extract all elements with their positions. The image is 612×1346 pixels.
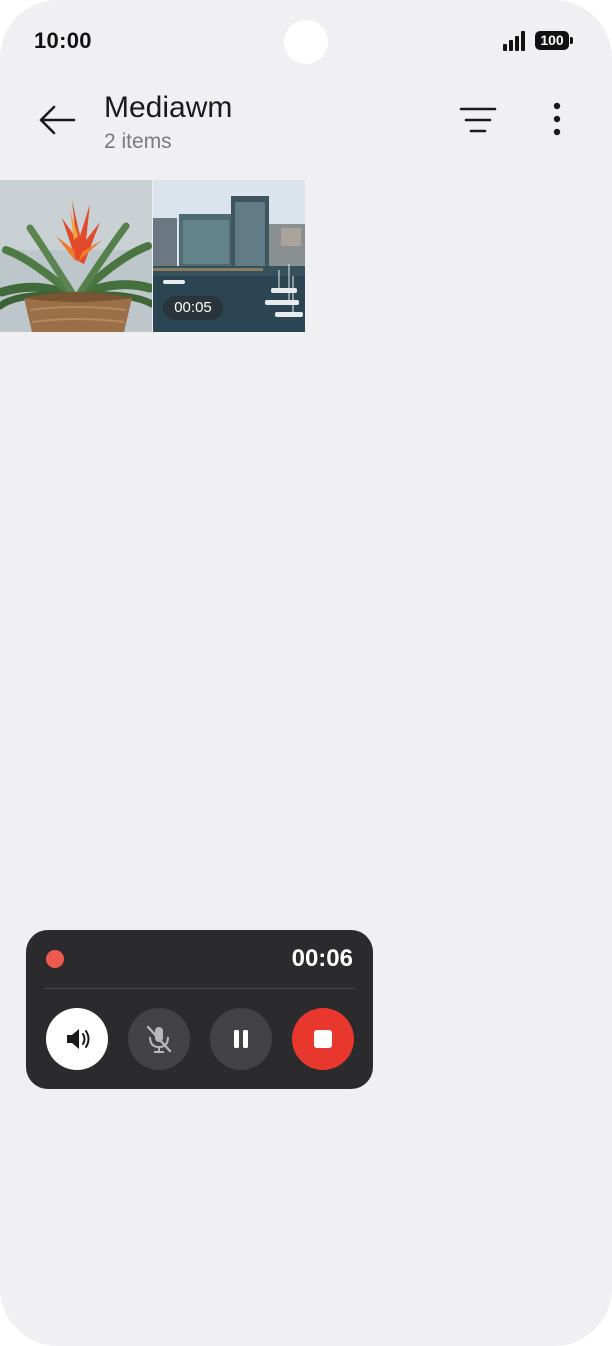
stop-recording-button[interactable] — [292, 1008, 354, 1070]
filter-button[interactable] — [458, 104, 498, 136]
back-button[interactable] — [34, 100, 78, 140]
arrow-left-icon — [39, 105, 76, 135]
microphone-off-icon — [146, 1025, 172, 1053]
signal-icon — [503, 31, 527, 51]
pause-icon — [234, 1030, 248, 1048]
battery-tip — [570, 37, 573, 44]
media-grid: 00:05 — [0, 180, 306, 332]
more-options-button[interactable] — [542, 100, 572, 140]
recorder-divider — [44, 988, 355, 989]
item-count: 2 items — [104, 130, 172, 153]
battery-icon: 100 — [535, 31, 569, 50]
recording-elapsed-time: 00:06 — [291, 945, 353, 972]
album-title: Mediawm — [104, 91, 233, 124]
plant-photo-image — [0, 180, 152, 332]
pause-button[interactable] — [210, 1008, 272, 1070]
more-vertical-icon — [553, 102, 561, 136]
microphone-toggle-button[interactable] — [128, 1008, 190, 1070]
filter-lines-icon — [459, 107, 497, 133]
speaker-icon — [67, 1029, 90, 1049]
sound-toggle-button[interactable] — [46, 1008, 108, 1070]
recording-indicator-dot — [46, 950, 64, 968]
camera-cutout — [284, 20, 328, 64]
photo-thumbnail[interactable] — [0, 180, 152, 332]
status-time: 10:00 — [34, 28, 92, 53]
phone-screen: 10:00 100 Mediawm 2 items 00:05 00:06 — [0, 0, 612, 1346]
video-thumbnail[interactable]: 00:05 — [153, 180, 305, 332]
screen-recorder-panel[interactable]: 00:06 — [26, 930, 373, 1089]
status-bar: 10:00 100 — [0, 0, 612, 80]
stop-icon — [314, 1030, 332, 1048]
video-duration-badge: 00:05 — [163, 296, 223, 320]
